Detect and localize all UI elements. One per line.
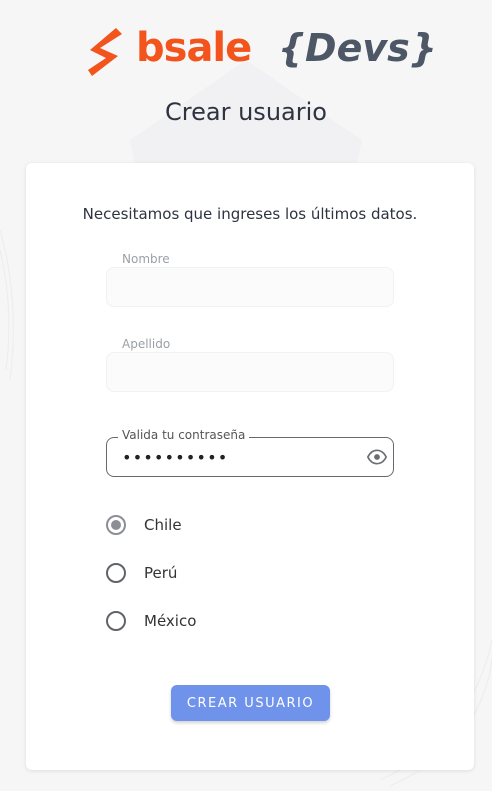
radio-chile-label: Chile (144, 516, 182, 534)
radio-chile-circle[interactable] (106, 515, 126, 535)
radio-peru-circle[interactable] (106, 563, 126, 583)
nombre-field: Nombre (106, 252, 394, 307)
page-title: Crear usuario (165, 98, 327, 126)
radio-peru[interactable]: Perú (106, 561, 177, 585)
brand-header: bsale {Devs} (0, 22, 492, 82)
apellido-label: Apellido (122, 337, 171, 351)
devs-logo-text: {Devs} (278, 26, 437, 70)
password-label: Valida tu contraseña (118, 428, 250, 442)
signup-card: Necesitamos que ingreses los últimos dat… (26, 163, 474, 770)
radio-peru-label: Perú (144, 564, 178, 582)
nombre-input[interactable] (122, 277, 352, 297)
form-subtitle: Necesitamos que ingreses los últimos dat… (82, 205, 418, 223)
password-field: Valida tu contraseña (106, 428, 394, 477)
eye-icon[interactable] (366, 447, 388, 467)
apellido-field: Apellido (106, 337, 394, 392)
create-user-button[interactable]: CREAR USUARIO (171, 685, 330, 721)
radio-mexico-label: México (144, 612, 197, 630)
bsale-logo-icon (88, 28, 122, 76)
radio-chile[interactable]: Chile (106, 513, 182, 537)
password-input[interactable] (122, 447, 352, 467)
apellido-input[interactable] (122, 362, 352, 382)
radio-mexico[interactable]: México (106, 609, 196, 633)
radio-mexico-circle[interactable] (106, 611, 126, 631)
bsale-logo-text: bsale (136, 25, 252, 71)
nombre-label: Nombre (122, 252, 170, 266)
